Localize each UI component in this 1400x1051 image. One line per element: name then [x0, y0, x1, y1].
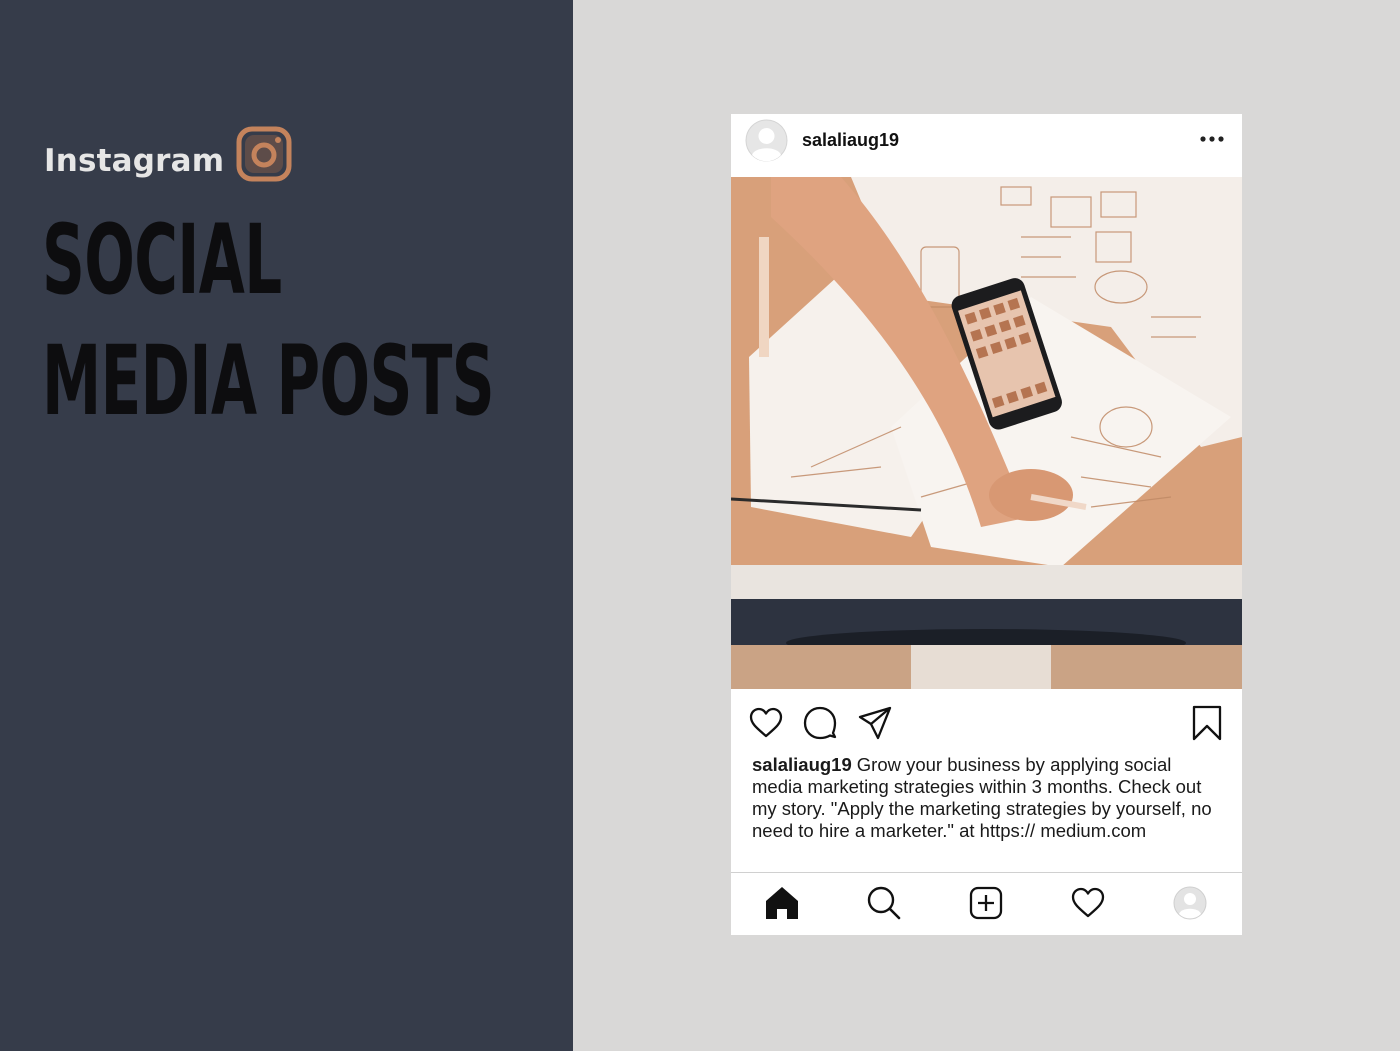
headline-line-2: MEDIA POSTS	[42, 325, 495, 437]
post-photo[interactable]	[731, 177, 1242, 689]
bookmark-icon[interactable]	[1189, 705, 1225, 741]
heart-icon[interactable]	[748, 705, 784, 741]
share-icon[interactable]	[857, 705, 893, 741]
caption-username[interactable]: salaliaug19	[752, 754, 852, 775]
add-post-icon[interactable]	[968, 885, 1004, 921]
home-icon[interactable]	[764, 885, 800, 921]
left-panel: Instagram SOCIAL MEDIA POSTS	[0, 0, 573, 1051]
post-actions	[731, 689, 1242, 759]
brand-label: Instagram	[44, 143, 225, 179]
post-caption: salaliaug19 Grow your business by applyin…	[752, 754, 1222, 842]
comment-icon[interactable]	[802, 705, 838, 741]
more-horizontal-icon[interactable]	[1198, 130, 1226, 148]
post-username[interactable]: salaliaug19	[802, 130, 899, 151]
avatar[interactable]	[745, 119, 788, 162]
instagram-post-card: salaliaug19 salaliaug19 Grow your busine…	[731, 114, 1242, 935]
search-icon[interactable]	[866, 885, 902, 921]
headline-line-1: SOCIAL	[42, 204, 282, 316]
post-header: salaliaug19	[731, 114, 1242, 177]
bottom-tab-bar	[731, 872, 1242, 935]
activity-heart-icon[interactable]	[1070, 885, 1106, 921]
brand-row: Instagram	[44, 126, 292, 182]
instagram-icon	[236, 126, 292, 182]
profile-icon[interactable]	[1172, 885, 1208, 921]
